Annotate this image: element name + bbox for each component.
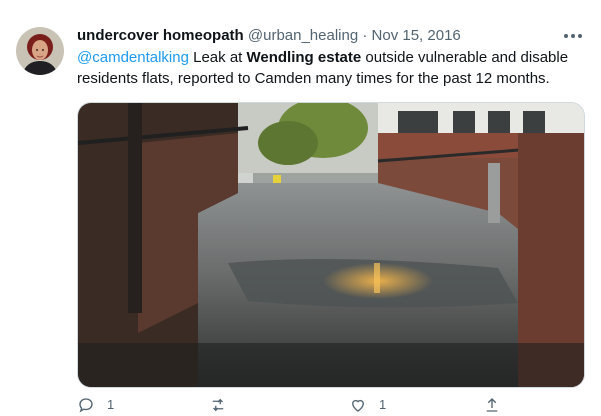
tweet-media-photo[interactable] xyxy=(77,102,585,388)
tweet-header: undercover homeopath @urban_healing · No… xyxy=(77,25,461,47)
share-button[interactable] xyxy=(483,396,501,414)
share-icon xyxy=(486,398,498,412)
reply-count: 1 xyxy=(107,397,115,412)
like-icon xyxy=(352,399,364,412)
retweet-icon xyxy=(212,398,224,412)
tweet[interactable]: undercover homeopath @urban_healing · No… xyxy=(0,0,601,413)
tweet-text: @camdentalking Leak at Wendling estate o… xyxy=(77,47,587,89)
more-dot xyxy=(571,34,575,38)
mention-link[interactable]: @camdentalking xyxy=(77,49,189,66)
tweet-date[interactable]: Nov 15, 2016 xyxy=(372,27,461,44)
avatar[interactable] xyxy=(16,27,64,75)
retweet-button[interactable] xyxy=(209,396,239,414)
more-icon[interactable] xyxy=(562,27,584,45)
more-dot xyxy=(564,34,568,38)
tweet-actions: 1 1 xyxy=(77,396,547,416)
more-dot xyxy=(578,34,582,38)
author-name[interactable]: undercover homeopath xyxy=(77,27,244,44)
separator: · xyxy=(362,27,368,44)
reply-button[interactable]: 1 xyxy=(77,396,114,414)
like-count: 1 xyxy=(379,397,387,412)
reply-icon xyxy=(79,398,93,413)
author-handle[interactable]: @urban_healing xyxy=(248,27,358,44)
tweet-text-part: Leak at xyxy=(188,49,247,66)
like-button[interactable]: 1 xyxy=(349,396,386,414)
tweet-text-bold: Wendling estate xyxy=(246,49,362,66)
